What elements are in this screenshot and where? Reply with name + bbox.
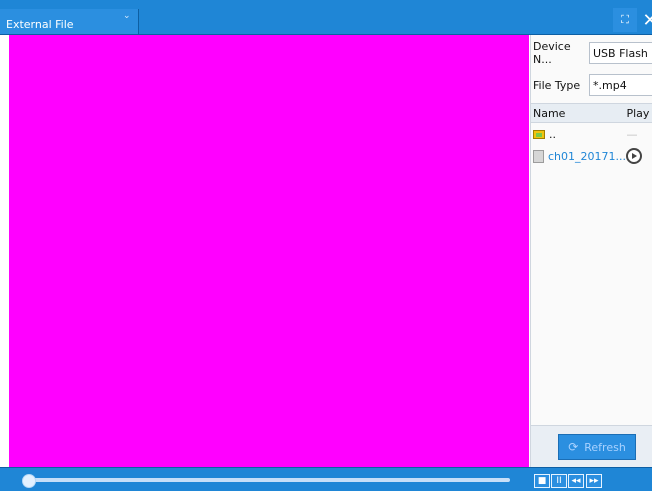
column-play: Play bbox=[626, 106, 650, 120]
file-type-row: File Type *.mp4 bbox=[533, 73, 652, 97]
close-icon: ✕ bbox=[642, 9, 652, 31]
table-cell-play: — bbox=[626, 128, 652, 141]
top-bar: External File ⌄ ⛶ ✕ bbox=[0, 0, 652, 35]
file-type-value: *.mp4 bbox=[593, 78, 627, 92]
stop-button[interactable]: ■ bbox=[534, 474, 550, 488]
pause-icon: II bbox=[556, 476, 562, 486]
playback-bar: ■ II ◂◂ ▸▸ bbox=[0, 467, 652, 491]
play-icon[interactable] bbox=[626, 148, 643, 164]
column-name: Name bbox=[533, 106, 566, 120]
device-name-field[interactable]: USB Flash bbox=[589, 42, 652, 64]
table-row[interactable]: .. — bbox=[531, 123, 652, 145]
pause-button[interactable]: II bbox=[551, 474, 567, 488]
play-unavailable: — bbox=[626, 127, 638, 141]
stop-icon: ■ bbox=[537, 476, 547, 486]
table-cell-name: ch01_20171... bbox=[531, 149, 626, 163]
parent-folder-label: .. bbox=[549, 127, 556, 141]
table-row[interactable]: ch01_20171... bbox=[531, 145, 652, 167]
seek-knob[interactable] bbox=[22, 474, 36, 488]
refresh-label: Refresh bbox=[584, 440, 626, 454]
table-cell-play bbox=[626, 148, 652, 164]
file-name: ch01_20171... bbox=[548, 149, 626, 163]
file-type-field[interactable]: *.mp4 bbox=[589, 74, 652, 96]
refresh-area: ⟳ Refresh bbox=[531, 425, 652, 468]
title-text: External File bbox=[6, 18, 74, 31]
refresh-icon: ⟳ bbox=[568, 440, 579, 454]
seek-bar[interactable] bbox=[22, 474, 510, 488]
file-panel: Device N... USB Flash File Type *.mp4 Na… bbox=[530, 35, 652, 468]
device-name-label: Device N... bbox=[533, 40, 571, 66]
fast-forward-button[interactable]: ▸▸ bbox=[586, 474, 602, 488]
video-preview bbox=[9, 35, 529, 467]
refresh-button[interactable]: ⟳ Refresh bbox=[558, 434, 636, 460]
rewind-button[interactable]: ◂◂ bbox=[568, 474, 584, 488]
close-button[interactable]: ✕ bbox=[638, 8, 652, 32]
device-name-row: Device N... USB Flash bbox=[533, 40, 652, 66]
fullscreen-icon: ⛶ bbox=[621, 13, 629, 26]
chevron-down-icon: ⌄ bbox=[123, 11, 131, 21]
rewind-icon: ◂◂ bbox=[571, 476, 581, 486]
file-type-label: File Type bbox=[533, 78, 581, 92]
fast-forward-icon: ▸▸ bbox=[589, 476, 599, 486]
device-name-value: USB Flash bbox=[593, 46, 648, 60]
fullscreen-button[interactable]: ⛶ bbox=[613, 8, 637, 32]
file-icon bbox=[533, 149, 544, 163]
table-cell-name: .. bbox=[531, 128, 626, 141]
external-file-dropdown[interactable]: External File ⌄ bbox=[0, 9, 139, 34]
file-table-header: Name Play bbox=[531, 103, 652, 123]
folder-icon bbox=[533, 129, 545, 139]
